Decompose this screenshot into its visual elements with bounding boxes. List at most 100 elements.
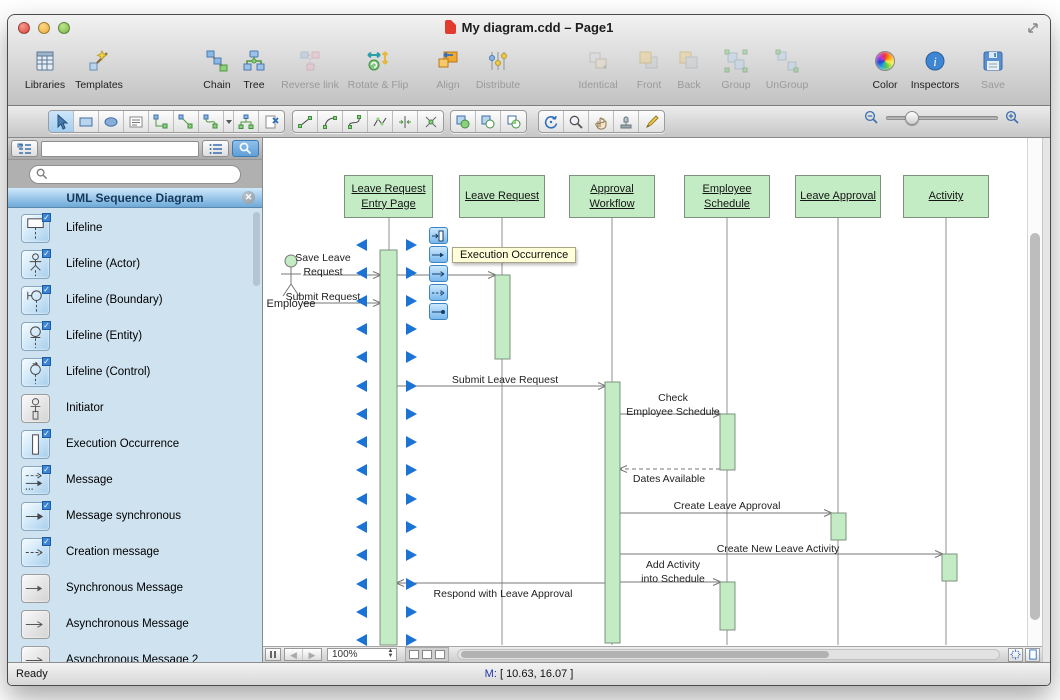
tree-view-button[interactable]	[11, 140, 38, 157]
quick-insert-creation-message-button[interactable]	[429, 284, 448, 301]
connection-handle-right-icon[interactable]	[406, 267, 417, 279]
search-mode-button[interactable]	[232, 140, 259, 157]
lifeline-header[interactable]: Employee Schedule	[684, 175, 770, 218]
line-tool[interactable]	[293, 111, 318, 132]
list-item-lifeline[interactable]: ✓Lifeline	[8, 210, 262, 246]
subtract-shape-tool[interactable]	[476, 111, 501, 132]
rotate-tool[interactable]	[539, 111, 564, 132]
list-item-lifeline-control[interactable]: ✓Lifeline (Control)	[8, 354, 262, 390]
zoom-tool[interactable]	[564, 111, 589, 132]
pause-button[interactable]	[265, 648, 281, 661]
connection-handle-left-icon[interactable]	[356, 323, 367, 335]
connection-handle-right-icon[interactable]	[406, 295, 417, 307]
drawing-canvas[interactable]: Leave Request Entry Page Leave Request App…	[263, 138, 1050, 662]
ellipse-tool[interactable]	[99, 111, 124, 132]
prev-page-button[interactable]: ◀	[285, 649, 303, 660]
list-item-synchronous-message[interactable]: Synchronous Message	[8, 570, 262, 606]
activation-bar[interactable]	[495, 275, 510, 359]
connection-handle-right-icon[interactable]	[406, 521, 417, 533]
rectangle-tool[interactable]	[74, 111, 99, 132]
vertical-scrollbar-thumb[interactable]	[1030, 233, 1040, 620]
direct-connector-tool[interactable]	[174, 111, 199, 132]
zoom-value-field[interactable]: 100% ▲▼	[327, 648, 397, 661]
vertical-scrollbar[interactable]	[1027, 138, 1042, 646]
list-item-lifeline-boundary[interactable]: ✓Lifeline (Boundary)	[8, 282, 262, 318]
actor-label[interactable]: Employee	[267, 298, 316, 310]
add-shape-tool[interactable]	[451, 111, 476, 132]
toolbar-item-tree[interactable]: Tree	[239, 46, 269, 91]
palette-scrollbar-thumb[interactable]	[253, 212, 260, 286]
zoom-stepper[interactable]: ▲▼	[386, 649, 395, 660]
connection-handle-left-icon[interactable]	[356, 606, 367, 618]
connection-handle-left-icon[interactable]	[356, 239, 367, 251]
activation-bar[interactable]	[720, 582, 735, 630]
lifeline-header[interactable]: Leave Request Entry Page	[344, 175, 433, 218]
polyline-tool[interactable]	[368, 111, 393, 132]
tree-connector-tool[interactable]	[234, 111, 259, 132]
toolbar-item-chain[interactable]: Chain	[199, 46, 235, 91]
connection-handle-left-icon[interactable]	[356, 521, 367, 533]
connection-handle-left-icon[interactable]	[356, 493, 367, 505]
list-item-asynchronous-message[interactable]: Asynchronous Message	[8, 606, 262, 642]
connection-handle-right-icon[interactable]	[406, 578, 417, 590]
quick-insert-message-synchronous-button[interactable]	[429, 246, 448, 263]
connector-tool[interactable]	[149, 111, 174, 132]
connection-handle-right-icon[interactable]	[406, 549, 417, 561]
connection-handle-left-icon[interactable]	[356, 436, 367, 448]
list-item-execution-occurrence[interactable]: ✓Execution Occurrence	[8, 426, 262, 462]
activation-bar[interactable]	[831, 513, 846, 540]
message-label[interactable]: Check Employee Schedule	[626, 391, 719, 419]
smart-connector-tool[interactable]	[199, 111, 224, 132]
text-tool[interactable]	[124, 111, 149, 132]
lifeline-header[interactable]: Approval Workflow	[569, 175, 655, 218]
delete-object-tool[interactable]	[259, 111, 284, 132]
message-label[interactable]: Submit Leave Request	[452, 373, 558, 387]
lifeline-header[interactable]: Leave Approval	[795, 175, 881, 218]
trim-tool[interactable]	[418, 111, 443, 132]
pan-tool[interactable]	[589, 111, 614, 132]
quick-insert-lost-message-button[interactable]	[429, 303, 448, 320]
fit-view-button[interactable]	[1008, 648, 1023, 662]
toolbar-item-inspectors[interactable]: iInspectors	[908, 46, 962, 91]
connection-handle-right-icon[interactable]	[406, 436, 417, 448]
list-item-lifeline-actor[interactable]: ✓Lifeline (Actor)	[8, 246, 262, 282]
toolbar-item-libraries[interactable]: Libraries	[21, 46, 69, 91]
quick-insert-execution-occurrence-button[interactable]	[429, 227, 448, 244]
pencil-tool[interactable]	[639, 111, 664, 132]
list-item-message-synchronous[interactable]: ✓Message synchronous	[8, 498, 262, 534]
message-label[interactable]: Dates Available	[633, 472, 705, 486]
list-item-initiator[interactable]: Initiator	[8, 390, 262, 426]
format-painter-tool[interactable]	[614, 111, 639, 132]
list-item-message[interactable]: ✓Message	[8, 462, 262, 498]
zoom-slider-track[interactable]	[886, 116, 998, 120]
activation-bar[interactable]	[380, 250, 397, 645]
connection-handle-left-icon[interactable]	[356, 351, 367, 363]
list-item-lifeline-entity[interactable]: ✓Lifeline (Entity)	[8, 318, 262, 354]
toolbar-item-templates[interactable]: Templates	[71, 46, 127, 91]
page-thumb[interactable]	[409, 650, 419, 659]
page-view-button[interactable]	[1025, 648, 1040, 662]
connection-handle-right-icon[interactable]	[406, 493, 417, 505]
activation-bar[interactable]	[720, 414, 735, 470]
connection-handle-right-icon[interactable]	[406, 606, 417, 618]
smart-connector-dropdown-icon[interactable]	[224, 111, 234, 132]
list-item-asynchronous-message-2[interactable]: Asynchronous Message 2	[8, 642, 262, 662]
message-label[interactable]: Create Leave Approval	[674, 499, 781, 513]
message-label[interactable]: Save Leave Request	[295, 251, 350, 279]
connection-handle-right-icon[interactable]	[406, 464, 417, 476]
connection-handle-right-icon[interactable]	[406, 380, 417, 392]
message-label[interactable]: Add Activity into Schedule	[641, 558, 705, 586]
connection-handle-left-icon[interactable]	[356, 380, 367, 392]
lifeline-header[interactable]: Leave Request	[459, 175, 545, 218]
lifeline-header[interactable]: Activity	[903, 175, 989, 218]
page-thumb[interactable]	[435, 650, 445, 659]
intersect-shape-tool[interactable]	[501, 111, 526, 132]
library-panel-header[interactable]: UML Sequence Diagram ✕	[8, 188, 262, 208]
zoom-slider-thumb[interactable]	[905, 111, 919, 125]
zoom-out-icon[interactable]	[864, 110, 879, 125]
bezier-tool[interactable]	[343, 111, 368, 132]
next-page-button[interactable]: ▶	[303, 649, 321, 660]
connection-handle-left-icon[interactable]	[356, 578, 367, 590]
page-thumb[interactable]	[422, 650, 432, 659]
connection-handle-left-icon[interactable]	[356, 549, 367, 561]
